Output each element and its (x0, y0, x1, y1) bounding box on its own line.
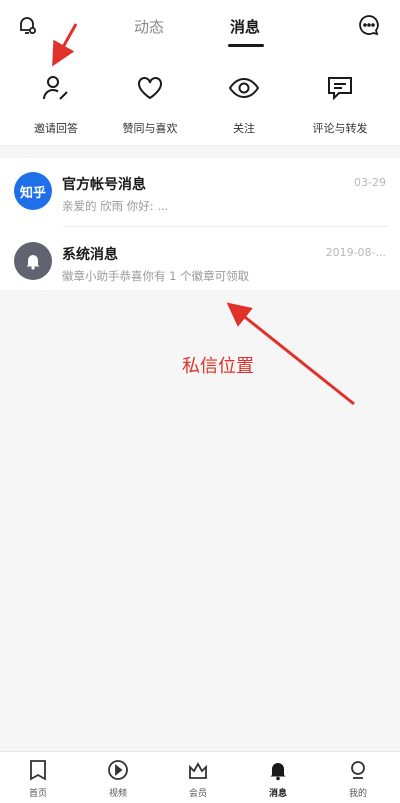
message-preview: 徽章小助手恭喜你有 1 个徽章可领取 (62, 269, 250, 283)
nav-video[interactable]: 视频 (88, 758, 148, 799)
bell-icon (266, 758, 290, 782)
user-pen-icon (38, 70, 74, 106)
profile-icon (346, 758, 370, 782)
nav-label: 会员 (188, 789, 207, 799)
nav-member[interactable]: 会员 (168, 758, 228, 799)
nav-label: 我的 (348, 789, 367, 799)
quick-follow[interactable]: 关注 (194, 70, 294, 136)
message-list: 知乎 官方帐号消息 亲爱的 欣雨 你好: ... 03-29 系统消息 徽章小助… (0, 158, 400, 290)
message-preview: 亲爱的 欣雨 你好: ... (62, 199, 169, 213)
list-item-official[interactable]: 知乎 官方帐号消息 亲爱的 欣雨 你好: ... 03-29 (0, 158, 400, 227)
tab-dynamic[interactable]: 动态 (134, 16, 164, 37)
quick-invite-answer[interactable]: 邀请回答 (6, 70, 106, 136)
quick-label: 邀请回答 (34, 122, 78, 135)
nav-profile[interactable]: 我的 (328, 758, 388, 799)
quick-comments[interactable]: 评论与转发 (290, 70, 390, 136)
tab-messages[interactable]: 消息 (230, 16, 260, 37)
nav-messages[interactable]: 消息 (248, 758, 308, 799)
list-item-system[interactable]: 系统消息 徽章小助手恭喜你有 1 个徽章可领取 2019-08-... (0, 228, 400, 294)
avatar-system (14, 242, 52, 280)
eye-icon (226, 70, 262, 106)
active-tab-indicator (228, 44, 264, 47)
heart-icon (132, 70, 168, 106)
annotation-label: 私信位置 (182, 356, 254, 377)
nav-label: 视频 (108, 789, 127, 799)
quick-label: 关注 (233, 122, 255, 135)
message-time: 2019-08-... (325, 246, 386, 259)
avatar-zhihu: 知乎 (14, 172, 52, 210)
quick-label: 评论与转发 (312, 122, 368, 135)
comment-icon (322, 70, 358, 106)
nav-home[interactable]: 首页 (8, 758, 68, 799)
quick-label: 赞同与喜欢 (122, 122, 178, 135)
message-time: 03-29 (354, 176, 386, 189)
top-bar: 动态 消息 (0, 0, 400, 52)
bottom-nav: 首页 视频 会员 消息 我的 (0, 751, 400, 803)
row-divider (62, 226, 388, 227)
chat-bubble-icon[interactable] (356, 12, 382, 38)
video-play-icon (106, 758, 130, 782)
quick-likes[interactable]: 赞同与喜欢 (100, 70, 200, 136)
quick-actions: 邀请回答 赞同与喜欢 关注 评论与转发 (0, 52, 400, 146)
crown-icon (186, 758, 210, 782)
nav-label: 首页 (28, 789, 47, 799)
home-book-icon (26, 758, 50, 782)
bell-icon (26, 255, 40, 270)
bell-settings-icon[interactable] (14, 12, 40, 38)
nav-label: 消息 (268, 789, 287, 799)
message-title: 官方帐号消息 (62, 177, 146, 193)
message-title: 系统消息 (62, 247, 118, 263)
